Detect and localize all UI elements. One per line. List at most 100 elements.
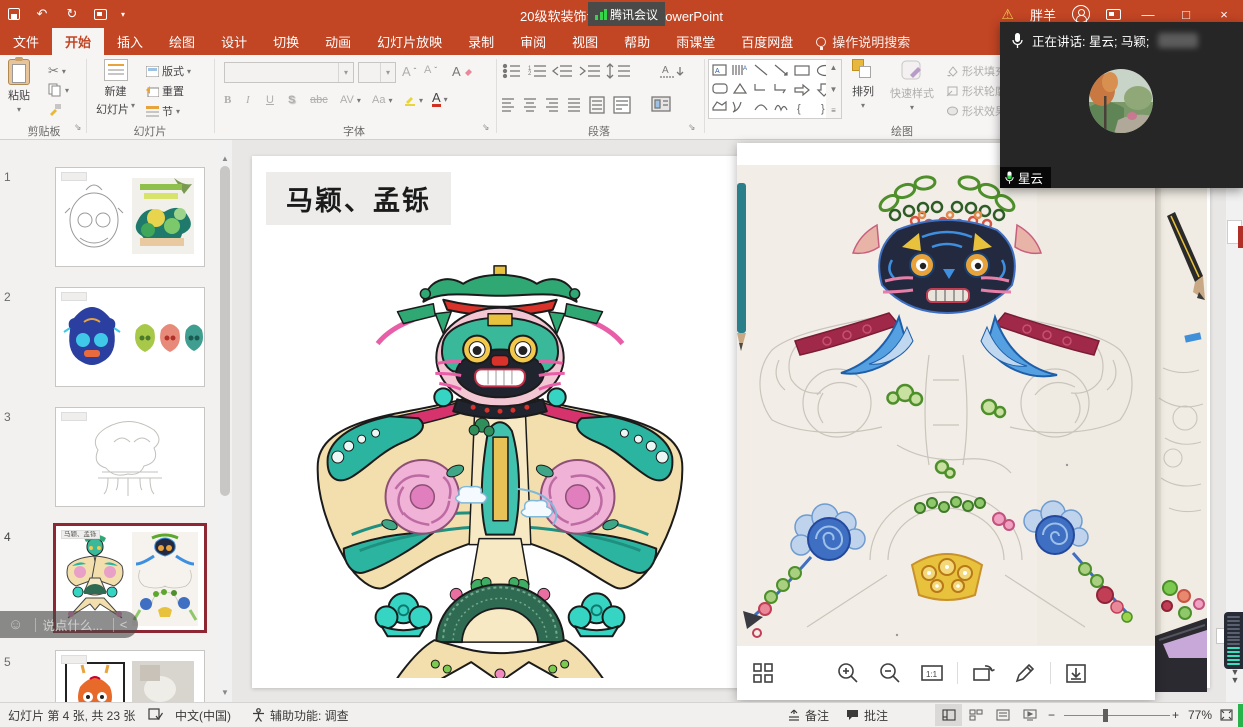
zoom-in-control[interactable]: +: [1172, 703, 1179, 727]
section-button[interactable]: 节▾: [146, 103, 180, 119]
accessibility-status[interactable]: 辅助功能: 调查: [252, 703, 349, 727]
ribbon-display-options-icon[interactable]: [1106, 9, 1121, 20]
minimize-button[interactable]: —: [1137, 7, 1159, 22]
tab-home[interactable]: 开始: [52, 28, 104, 55]
tab-insert[interactable]: 插入: [104, 28, 156, 55]
tab-draw[interactable]: 绘图: [156, 28, 208, 55]
shape-effects-button[interactable]: 形状效果: [946, 103, 1006, 119]
tencent-meeting-badge[interactable]: 腾讯会议: [588, 2, 665, 26]
tab-yuketang[interactable]: 雨课堂: [663, 28, 728, 55]
zoom-out-icon[interactable]: [878, 661, 902, 685]
warning-icon[interactable]: ⚠: [1001, 6, 1014, 23]
spell-check-icon[interactable]: [148, 703, 163, 727]
grow-font-button[interactable]: Aˆ: [402, 64, 416, 79]
chat-input-placeholder[interactable]: 说点什么...: [42, 615, 102, 634]
slide-thumbnail-3[interactable]: [55, 407, 205, 507]
edit-pencil-icon[interactable]: [1013, 661, 1037, 685]
paste-button[interactable]: 粘贴▾: [8, 59, 30, 114]
zoom-out-control[interactable]: −: [1048, 703, 1055, 727]
tab-view[interactable]: 视图: [559, 28, 611, 55]
red-edge-marker: [1238, 226, 1243, 248]
format-painter-button[interactable]: [48, 103, 62, 116]
copy-button[interactable]: ▾: [48, 83, 69, 97]
emoji-smiley-icon[interactable]: ☺: [8, 616, 23, 633]
slideshow-preview-icon[interactable]: [94, 9, 107, 20]
comments-toggle[interactable]: 批注: [846, 703, 888, 727]
zoom-in-icon[interactable]: [836, 661, 860, 685]
slide-thumbnail-1[interactable]: [55, 167, 205, 267]
slide-thumbnail-5[interactable]: [55, 650, 205, 702]
tab-help[interactable]: 帮助: [611, 28, 663, 55]
tab-animations[interactable]: 动画: [312, 28, 364, 55]
quick-styles-button[interactable]: 快速样式▾: [890, 59, 934, 112]
thumbnail-scrollbar-thumb[interactable]: [220, 166, 230, 496]
paragraph-dialog-launcher[interactable]: ⇘: [688, 122, 696, 133]
language-status[interactable]: 中文(中国): [175, 703, 231, 727]
photo-viewer-window[interactable]: 1:1: [737, 143, 1155, 700]
tab-baidu-netdisk[interactable]: 百度网盘: [728, 28, 806, 55]
slide-thumbnail-2[interactable]: [55, 287, 205, 387]
bold-button[interactable]: B: [224, 94, 231, 106]
slideshow-view-button[interactable]: [1016, 704, 1043, 726]
slide-counter[interactable]: 幻灯片 第 4 张, 共 23 张: [8, 703, 135, 727]
font-size-combo[interactable]: ▾: [358, 62, 396, 83]
tell-me-search[interactable]: 操作说明搜索: [806, 28, 920, 55]
highlight-color-button[interactable]: ▾: [404, 94, 423, 106]
actual-size-icon[interactable]: 1:1: [920, 661, 944, 685]
tab-record[interactable]: 录制: [455, 28, 507, 55]
font-color-button[interactable]: A ▾: [432, 92, 448, 107]
thumbnail-panel-scrollbar[interactable]: ▲ ▼: [218, 140, 232, 702]
strikethrough-button[interactable]: abc: [310, 94, 328, 106]
cut-button[interactable]: ✂▾: [48, 63, 66, 79]
meeting-chat-bar[interactable]: ☺ 说点什么... <: [0, 611, 138, 638]
save-icon[interactable]: [8, 8, 20, 20]
paste-icon: [8, 59, 30, 85]
zoom-percentage[interactable]: 77%: [1188, 703, 1212, 727]
zoom-slider-thumb[interactable]: [1103, 709, 1108, 722]
tab-design[interactable]: 设计: [208, 28, 260, 55]
notes-toggle[interactable]: 备注: [788, 703, 829, 727]
shrink-font-button[interactable]: Aˇ: [424, 64, 437, 76]
redo-icon[interactable]: ↻: [64, 6, 80, 22]
shapes-gallery[interactable]: A A { }: [708, 59, 842, 119]
slide-title[interactable]: 马颖、孟铄: [266, 172, 451, 225]
text-shadow-button[interactable]: S: [288, 94, 295, 106]
clipboard-dialog-launcher[interactable]: ⇘: [74, 122, 82, 133]
font-dialog-launcher[interactable]: ⇘: [482, 122, 490, 133]
shapes-gallery-scroll[interactable]: ▲▼≡: [826, 59, 842, 119]
download-icon[interactable]: [1064, 661, 1088, 685]
change-case-button[interactable]: Aa▾: [372, 94, 392, 106]
tab-file[interactable]: 文件: [0, 28, 52, 55]
shape-fill-button[interactable]: 形状填充: [946, 63, 1006, 79]
paragraph-buttons[interactable]: 12 A: [502, 63, 698, 115]
tab-transitions[interactable]: 切换: [260, 28, 312, 55]
normal-view-button[interactable]: [935, 704, 962, 726]
restore-button[interactable]: □: [1175, 7, 1197, 22]
qat-customize-caret[interactable]: ▾: [121, 10, 125, 19]
next-slide-button[interactable]: ▼▼: [1228, 668, 1242, 684]
font-name-combo[interactable]: ▾: [224, 62, 354, 83]
slide-sorter-view-button[interactable]: [962, 704, 989, 726]
layout-button[interactable]: 版式▾: [146, 63, 191, 79]
new-slide-button[interactable]: 新建 幻灯片▾: [96, 59, 135, 117]
thumbnail-grid-icon[interactable]: [751, 661, 775, 685]
zoom-slider-track[interactable]: [1064, 715, 1170, 716]
tab-review[interactable]: 审阅: [507, 28, 559, 55]
italic-button[interactable]: I: [246, 94, 250, 106]
undo-icon[interactable]: ↶: [34, 6, 50, 22]
fit-slide-to-window-button[interactable]: [1220, 703, 1233, 727]
rotate-icon[interactable]: [971, 661, 995, 685]
tencent-meeting-panel[interactable]: 正在讲话: 星云; 马颖; 星云: [1000, 22, 1243, 188]
shape-outline-button[interactable]: 形状轮廓: [946, 83, 1006, 99]
reading-view-button[interactable]: [989, 704, 1016, 726]
arrange-button[interactable]: 排列▾: [852, 59, 874, 110]
clear-formatting-button[interactable]: A: [452, 64, 473, 79]
account-avatar-icon[interactable]: [1072, 5, 1090, 23]
underline-button[interactable]: U: [266, 94, 274, 106]
tab-slideshow[interactable]: 幻灯片放映: [364, 28, 455, 55]
user-name[interactable]: 胖羊: [1030, 5, 1056, 24]
chat-collapse-button[interactable]: <: [120, 617, 128, 632]
reset-button[interactable]: 重置: [146, 83, 184, 99]
close-button[interactable]: ×: [1213, 7, 1235, 22]
character-spacing-button[interactable]: AV▾: [340, 94, 361, 106]
